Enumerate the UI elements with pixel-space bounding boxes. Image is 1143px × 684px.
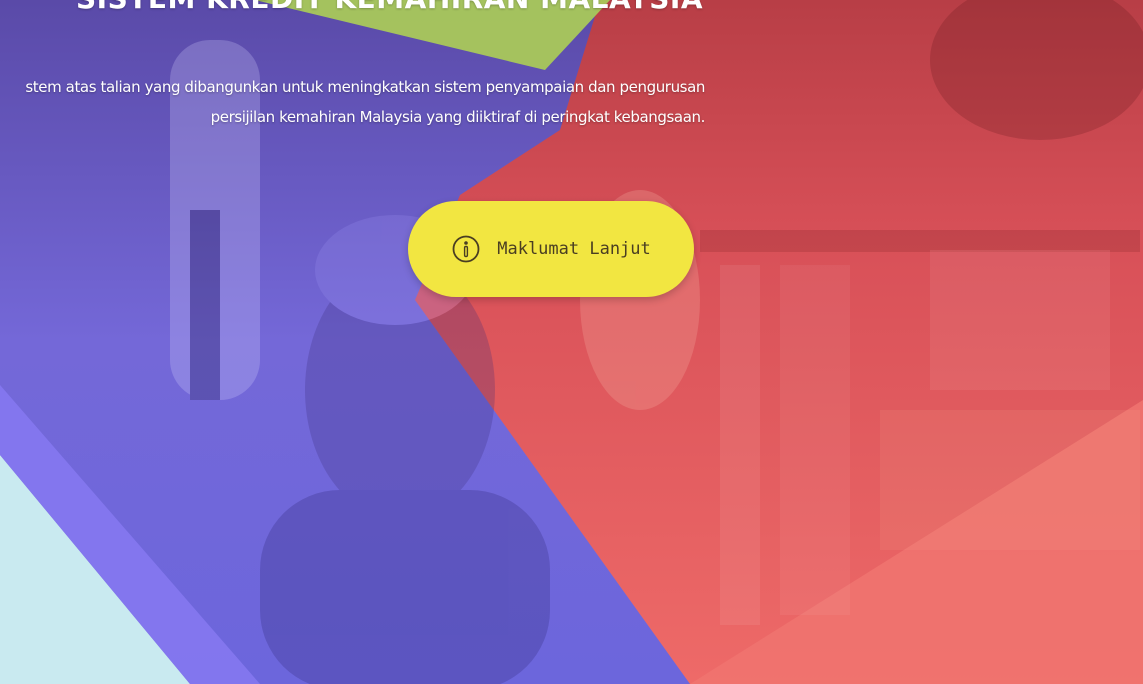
more-info-button-label: Maklumat Lanjut bbox=[497, 239, 651, 259]
hero-description: stem atas talian yang dibangunkan untuk … bbox=[0, 72, 705, 132]
more-info-button[interactable]: Maklumat Lanjut bbox=[408, 201, 694, 297]
hero-description-line-1: stem atas talian yang dibangunkan untuk … bbox=[25, 78, 705, 96]
info-circle-icon bbox=[451, 234, 481, 264]
hero-banner: SISTEM KREDIT KEMAHIRAN MALAYSIA stem at… bbox=[0, 0, 1143, 684]
hero-description-line-2: persijilan kemahiran Malaysia yang diikt… bbox=[210, 108, 706, 126]
page-title: SISTEM KREDIT KEMAHIRAN MALAYSIA bbox=[76, 0, 703, 15]
